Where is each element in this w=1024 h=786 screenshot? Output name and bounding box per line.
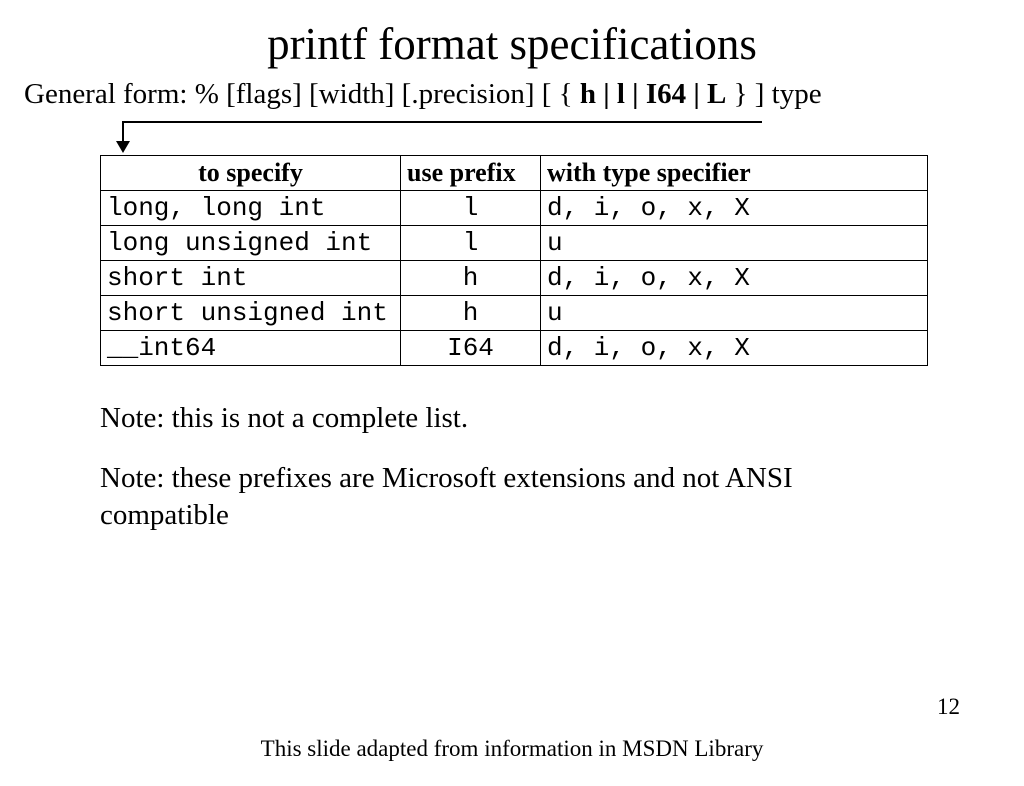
cell-typespec: u (541, 296, 928, 331)
cell-specify: long unsigned int (101, 226, 401, 261)
table-row: short int h d, i, o, x, X (101, 261, 928, 296)
cell-specify: short unsigned int (101, 296, 401, 331)
general-form-prefix: General form: % [flags] [width] [.precis… (24, 78, 580, 110)
table-row: long, long int l d, i, o, x, X (101, 191, 928, 226)
general-form-suffix: } ] type (726, 78, 821, 110)
cell-typespec: u (541, 226, 928, 261)
cell-prefix: h (401, 261, 541, 296)
general-form-line: General form: % [flags] [width] [.precis… (24, 78, 1024, 111)
col-header-prefix: use prefix (401, 156, 541, 191)
cell-prefix: h (401, 296, 541, 331)
cell-specify: short int (101, 261, 401, 296)
cell-specify: long, long int (101, 191, 401, 226)
table-header-row: to specify use prefix with type specifie… (101, 156, 928, 191)
cell-specify: __int64 (101, 331, 401, 366)
general-form-bold: h | l | I64 | L (580, 78, 726, 110)
cell-typespec: d, i, o, x, X (541, 191, 928, 226)
cell-prefix: l (401, 226, 541, 261)
note-line: Note: these prefixes are Microsoft exten… (100, 460, 924, 533)
notes-block: Note: this is not a complete list. Note:… (100, 400, 924, 533)
cell-prefix: I64 (401, 331, 541, 366)
pointer-arrow (0, 121, 1024, 153)
table-row: long unsigned int l u (101, 226, 928, 261)
page-number: 12 (937, 694, 960, 720)
cell-prefix: l (401, 191, 541, 226)
table-row: __int64 I64 d, i, o, x, X (101, 331, 928, 366)
prefix-table: to specify use prefix with type specifie… (100, 155, 928, 366)
cell-typespec: d, i, o, x, X (541, 331, 928, 366)
footer-attribution: This slide adapted from information in M… (0, 736, 1024, 762)
col-header-typespec: with type specifier (541, 156, 928, 191)
note-line: Note: this is not a complete list. (100, 400, 924, 436)
cell-typespec: d, i, o, x, X (541, 261, 928, 296)
table-row: short unsigned int h u (101, 296, 928, 331)
slide-title: printf format specifications (0, 18, 1024, 70)
col-header-specify: to specify (101, 156, 401, 191)
